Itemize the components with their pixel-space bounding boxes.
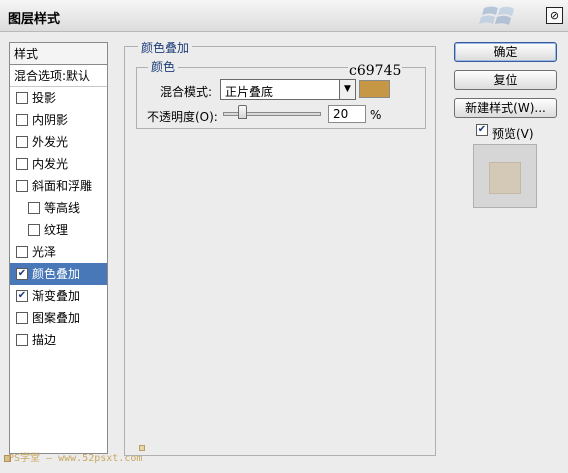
style-item-label: 描边 (32, 333, 57, 347)
opacity-slider-thumb[interactable] (238, 105, 248, 119)
style-item[interactable]: 光泽 (10, 241, 107, 263)
style-item-label: 斜面和浮雕 (32, 179, 93, 193)
new-style-button[interactable]: 新建样式(W)... (454, 98, 557, 118)
style-item[interactable]: 等高线 (10, 197, 107, 219)
style-item-label: 颜色叠加 (32, 267, 81, 281)
style-item-label: 渐变叠加 (32, 289, 81, 303)
opacity-input[interactable]: 20 (328, 105, 366, 123)
style-list: 样式 混合选项:默认 投影 内阴影 外发光 内发光 斜面和浮雕 等高线 纹理 光泽 ✔ 颜色叠加 ✔… (9, 42, 108, 454)
style-item[interactable]: 斜面和浮雕 (10, 175, 107, 197)
color-hex-annotation: c69745 (348, 63, 403, 79)
opacity-label: 不透明度(O): (147, 110, 218, 124)
percent-unit: % (370, 108, 382, 122)
style-list-header[interactable]: 样式 (10, 43, 107, 65)
style-item-label: 外发光 (32, 135, 69, 149)
style-item[interactable]: 纹理 (10, 219, 107, 241)
style-checkbox[interactable] (16, 92, 28, 104)
ok-button[interactable]: 确定 (454, 42, 557, 62)
blend-mode-label: 混合模式: (160, 85, 213, 99)
blend-mode-value: 正片叠底 (225, 85, 274, 99)
style-item-label: 内发光 (32, 157, 69, 171)
style-checkbox[interactable] (16, 312, 28, 324)
blend-mode-select[interactable]: 正片叠底 ▼ (220, 79, 356, 100)
style-item-label: 内阴影 (32, 113, 69, 127)
style-item[interactable]: ✔ 颜色叠加 (10, 263, 107, 285)
close-button[interactable]: ⊘ (546, 7, 563, 24)
dropdown-arrow-icon[interactable]: ▼ (339, 80, 355, 99)
style-checkbox[interactable] (16, 158, 28, 170)
group-title: 颜色叠加 (138, 39, 193, 56)
color-swatch[interactable] (359, 80, 390, 98)
style-item-label: 投影 (32, 91, 57, 105)
style-checkbox[interactable]: ✔ (16, 290, 28, 302)
style-item[interactable]: 描边 (10, 329, 107, 351)
style-item-label: 纹理 (44, 223, 69, 237)
blend-options-item[interactable]: 混合选项:默认 (10, 65, 107, 87)
subgroup-title: 颜色 (148, 58, 179, 75)
style-checkbox[interactable] (16, 136, 28, 148)
watermark: PS学堂 — www.52psxt.com (8, 453, 143, 464)
window-title: 图层样式 (8, 12, 61, 27)
windows-logo-icon (479, 6, 514, 25)
style-item[interactable]: 内发光 (10, 153, 107, 175)
preview-swatch (489, 162, 521, 194)
style-checkbox[interactable] (28, 224, 40, 236)
style-item[interactable]: 内阴影 (10, 109, 107, 131)
style-checkbox[interactable] (16, 180, 28, 192)
style-preview (473, 144, 537, 208)
reset-button[interactable]: 复位 (454, 70, 557, 90)
title-bar[interactable]: 图层样式 ⊘ (0, 0, 568, 32)
style-item[interactable]: 图案叠加 (10, 307, 107, 329)
style-item-label: 等高线 (44, 201, 81, 215)
style-item[interactable]: 投影 (10, 87, 107, 109)
style-checkbox[interactable] (16, 334, 28, 346)
style-item[interactable]: ✔ 渐变叠加 (10, 285, 107, 307)
style-checkbox[interactable]: ✔ (16, 268, 28, 280)
style-item[interactable]: 外发光 (10, 131, 107, 153)
style-checkbox[interactable] (16, 114, 28, 126)
preview-label: 预览(V) (492, 127, 534, 141)
style-item-label: 光泽 (32, 245, 57, 259)
style-item-label: 图案叠加 (32, 311, 81, 325)
preview-checkbox[interactable]: ✔ (476, 124, 488, 136)
style-checkbox[interactable] (28, 202, 40, 214)
style-checkbox[interactable] (16, 246, 28, 258)
